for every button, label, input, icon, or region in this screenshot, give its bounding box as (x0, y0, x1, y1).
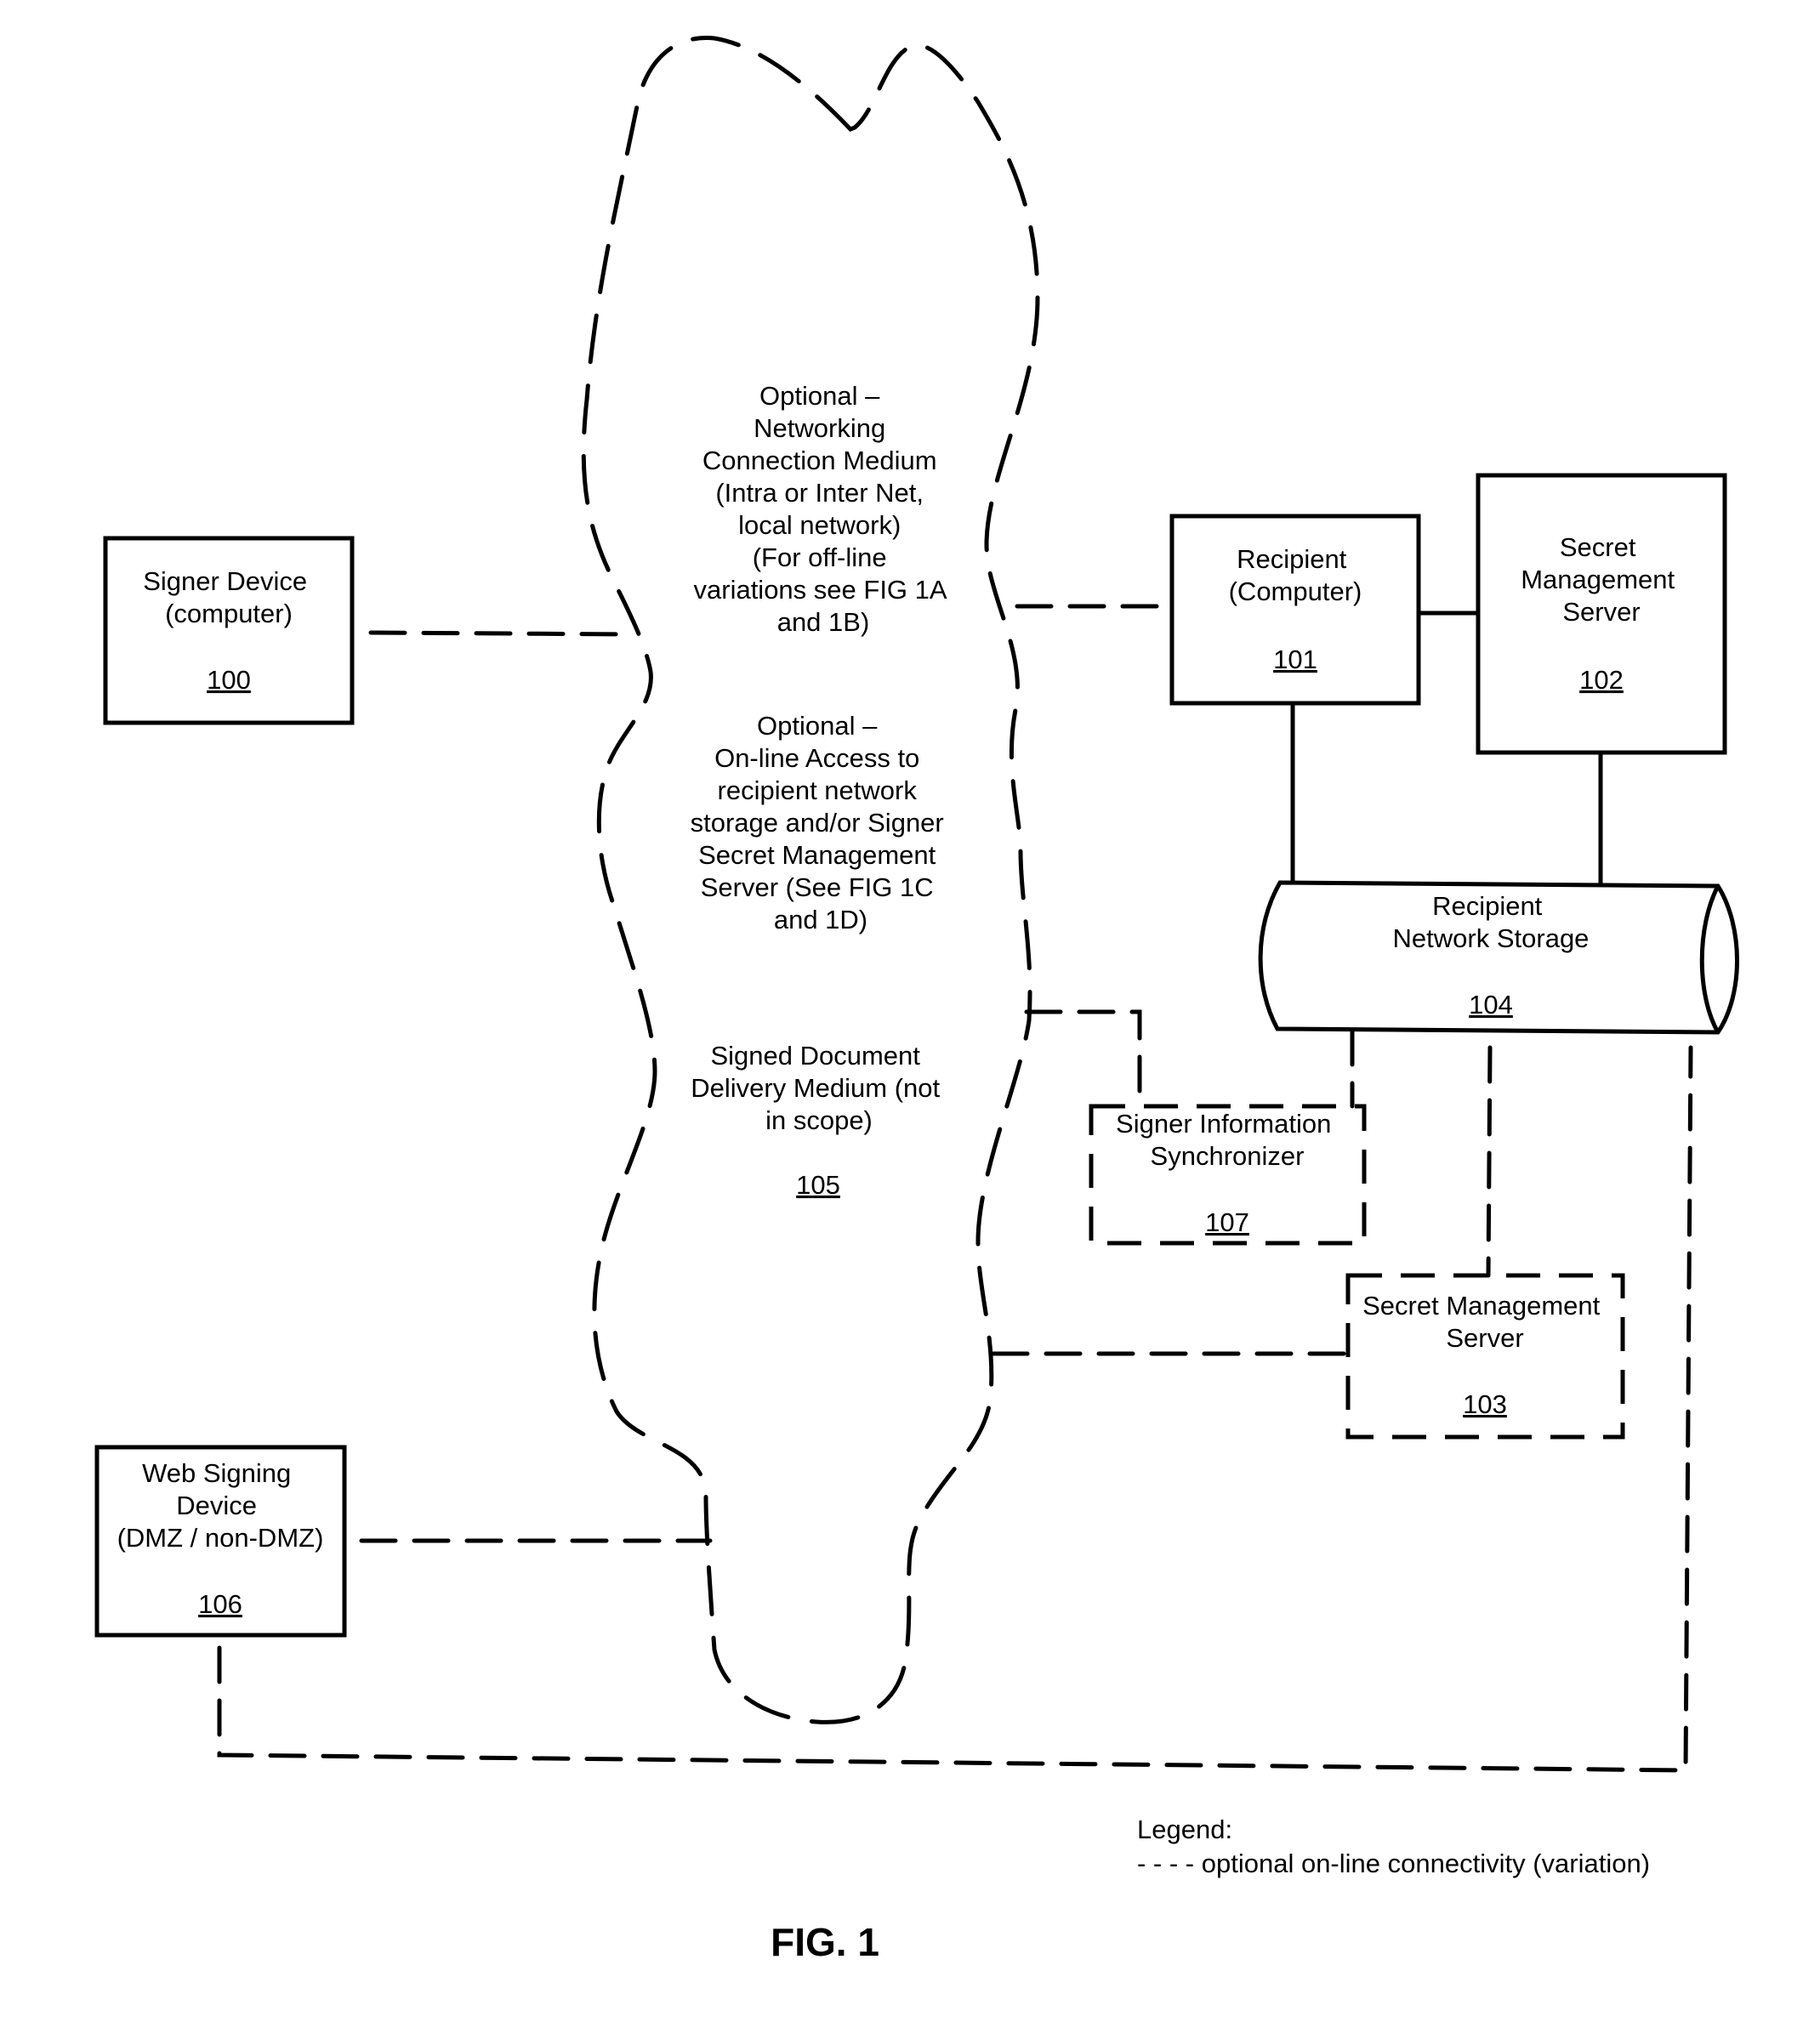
recipient-network-storage-ref: 104 (1469, 990, 1513, 1020)
medium-text-delivery: Signed Document Delivery Medium (not in … (691, 1041, 947, 1135)
web-signing-device-node: Web Signing Device (DMZ / non-DMZ) 106 (94, 1445, 347, 1638)
legend-entry: - - - - optional on-line connectivity (v… (1137, 1849, 1650, 1878)
connector-medium-to-107 (1024, 1009, 1142, 1109)
signer-info-sync-ref: 107 (1205, 1207, 1249, 1237)
web-signing-device-ref: 106 (198, 1589, 242, 1619)
recipient-network-storage-node: Recipient Network Storage 104 (1258, 880, 1739, 1035)
fig1-diagram: Optional – Networking Connection Medium … (94, 36, 1739, 1964)
connector-signer-to-medium (368, 630, 636, 637)
legend-title: Legend: (1137, 1815, 1232, 1844)
secret-management-server-102-node: Secret Management Server 102 (1476, 473, 1727, 755)
figure-title: FIG. 1 (771, 1920, 879, 1964)
medium-ref-105: 105 (796, 1170, 840, 1200)
secret-management-server-103-ref: 103 (1463, 1389, 1507, 1419)
signer-device-node: Signer Device (computer) 100 (103, 536, 355, 725)
secret-management-server-102-ref: 102 (1579, 665, 1624, 695)
legend: Legend: - - - - optional on-line connect… (1137, 1815, 1650, 1878)
medium-text-optional-networking: Optional – Networking Connection Medium … (694, 381, 953, 637)
signer-info-sync-node: Signer Information Synchronizer 107 (1089, 1104, 1367, 1246)
medium-text-online-access: Optional – On-line Access to recipient n… (691, 711, 952, 934)
secret-management-server-103-node: Secret Management Server 103 (1345, 1273, 1625, 1440)
recipient-computer-node: Recipient (Computer) 101 (1169, 514, 1421, 706)
connector-104-to-103 (1486, 1045, 1493, 1278)
signer-device-ref: 100 (207, 665, 251, 695)
recipient-computer-ref: 101 (1273, 645, 1317, 674)
